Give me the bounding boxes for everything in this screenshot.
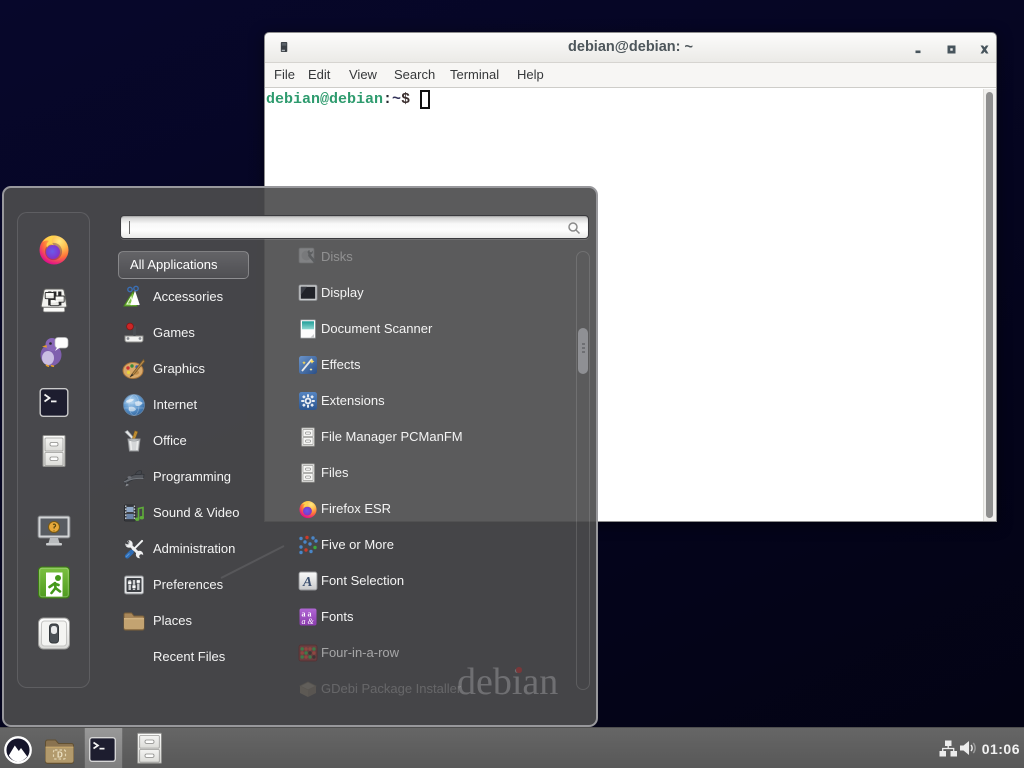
svg-text:a &: a & xyxy=(302,617,315,626)
svg-text:D: D xyxy=(57,751,63,760)
svg-text:A: A xyxy=(302,575,312,590)
